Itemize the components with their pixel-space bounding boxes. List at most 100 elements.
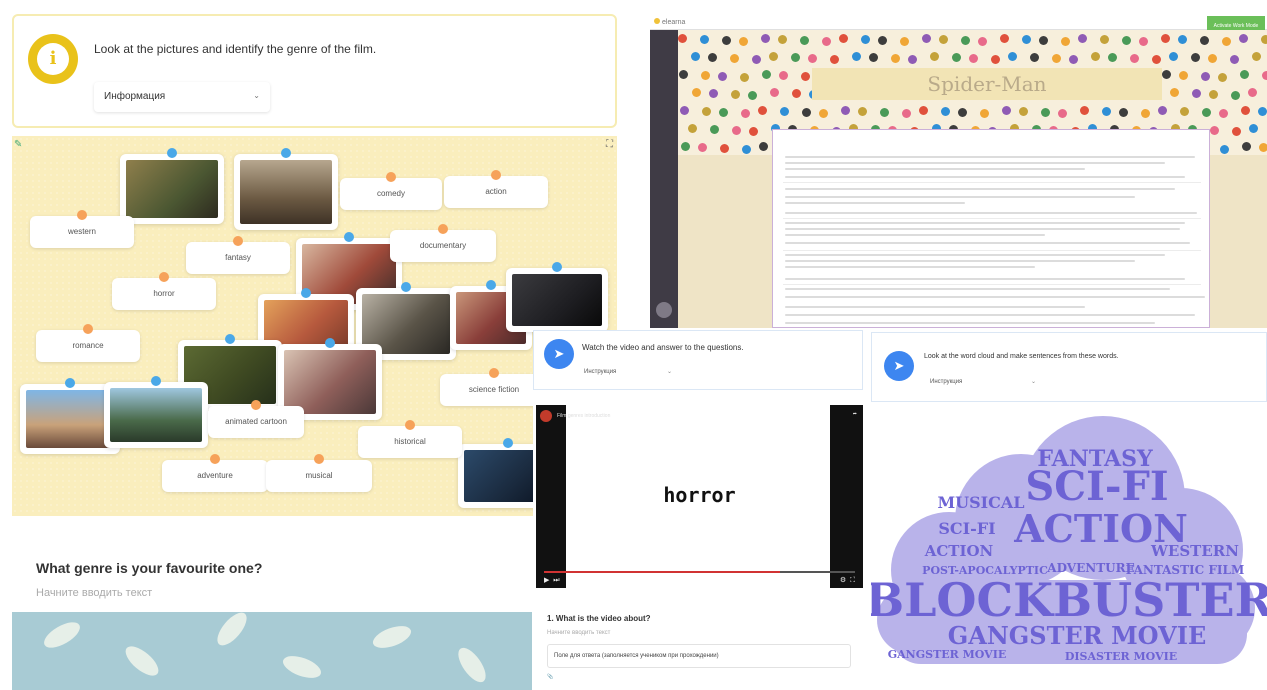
play-controls[interactable]: ▶ ⏭ [544,576,560,585]
avatar-icon[interactable] [656,302,672,318]
genre-label-card[interactable]: horror [112,272,216,310]
connector-dot[interactable] [281,148,291,158]
connector-dot[interactable] [233,236,243,246]
polka-dot [1178,35,1187,44]
film-still [126,160,218,218]
polka-dot [1222,37,1231,46]
connector-dot[interactable] [251,400,261,410]
connector-dot[interactable] [65,378,75,388]
genre-label-card[interactable]: western [30,210,134,248]
word-gangster-movie: GANGSTER MOVIE [948,621,1207,650]
polka-dot [691,52,700,61]
video-player[interactable]: Film genres introduction ➦ horror ▶ ⏭ ⚙ … [536,405,863,588]
connector-dot[interactable] [344,232,354,242]
video-question-panel: ➤ Watch the video and answer to the ques… [533,330,863,690]
connector-dot[interactable] [401,282,411,292]
word-scifi-small: SCI-FI [938,519,995,538]
genre-label-card[interactable]: fantasy [186,236,290,274]
genre-label-card[interactable]: animated cartoon [208,400,304,438]
polka-dot [1259,143,1267,152]
pin-icon: ➤ [884,351,914,381]
answer-input[interactable]: Поле для ответа (заполняется учеником пр… [547,644,851,668]
text-line [785,188,1175,190]
polka-dot [1192,89,1201,98]
gear-icon[interactable]: ⚙ [840,577,846,584]
polka-dot [731,90,740,99]
word-cloud-dropdown[interactable]: Инструкция ⌄ [924,375,1040,391]
task-type-dropdown[interactable]: Информация ⌄ [94,82,270,112]
polka-dot [1019,107,1028,116]
fullscreen-icon[interactable]: ⛶ [850,577,855,584]
connector-dot[interactable] [77,210,87,220]
video-task-card: ➤ Watch the video and answer to the ques… [533,330,863,390]
film-picture-card[interactable] [120,148,224,224]
polka-dot [1041,108,1050,117]
connector-dot[interactable] [491,170,501,180]
matching-board: ✎ ⛶ western fantasy horror romance comed… [12,136,617,516]
player-settings[interactable]: ⚙ ⛶ [840,576,855,585]
genre-label-card[interactable]: documentary [390,224,496,262]
connector-dot[interactable] [314,454,324,464]
connector-dot[interactable] [386,172,396,182]
polka-dot [1252,52,1261,61]
connector-dot[interactable] [151,376,161,386]
genre-label-card[interactable]: action [444,170,548,208]
share-icon[interactable]: ➦ [853,411,857,417]
connector-dot[interactable] [225,334,235,344]
video-progress-bar[interactable] [544,571,855,573]
genre-label-card[interactable]: science fiction [440,368,548,406]
film-picture-card[interactable] [104,376,208,448]
genre-label-card[interactable]: adventure [162,454,268,492]
polka-dot [778,35,787,44]
dropdown-value: Информация [104,91,166,102]
polka-dot [779,71,788,80]
polka-dot [1208,54,1217,63]
word-musical: MUSICAL [937,493,1024,512]
connector-dot[interactable] [438,224,448,234]
connector-dot[interactable] [83,324,93,334]
connector-dot[interactable] [210,454,220,464]
polka-dot [680,106,689,115]
fullscreen-icon[interactable]: ⛶ [606,139,613,150]
polka-dot [688,124,697,133]
genre-label-card[interactable]: musical [266,454,372,492]
polka-dot [780,107,789,116]
connector-dot[interactable] [489,368,499,378]
polka-dot [1231,91,1240,100]
text-line [785,202,965,204]
play-icon[interactable]: ▶ [544,577,549,584]
polka-dot [1249,124,1258,133]
film-picture-card[interactable] [506,262,608,332]
connector-dot[interactable] [552,262,562,272]
connector-dot[interactable] [325,338,335,348]
connector-dot[interactable] [503,438,513,448]
genre-label-card[interactable]: comedy [340,172,442,210]
edit-icon[interactable]: ✎ [14,139,22,150]
connector-dot[interactable] [167,148,177,158]
attachment-note: 📎 [547,674,554,680]
polka-dot [830,55,839,64]
next-icon[interactable]: ⏭ [553,577,559,584]
polka-dot [681,142,690,151]
word-gangster-movie-small: GANGSTER MOVIE [888,648,1007,661]
reading-text-card [772,129,1210,328]
polka-dot [991,55,1000,64]
polka-dot [902,109,911,118]
polka-dot [1200,36,1209,45]
polka-dot [761,34,770,43]
polka-dot [908,55,917,64]
video-task-dropdown[interactable]: Инструкция ⌄ [576,365,676,381]
connector-dot[interactable] [159,272,169,282]
genre-label-card[interactable]: romance [36,324,140,362]
connector-dot[interactable] [405,420,415,430]
polka-dot [791,53,800,62]
side-rail [650,30,678,328]
favourite-genre-input[interactable]: Начните вводить текст [36,587,152,599]
app-logo: elearna [654,18,685,26]
polka-dot [869,53,878,62]
genre-label-card[interactable]: historical [358,420,462,458]
connector-dot[interactable] [301,288,311,298]
film-picture-card[interactable] [234,148,338,230]
connector-dot[interactable] [486,280,496,290]
polka-dot [758,106,767,115]
